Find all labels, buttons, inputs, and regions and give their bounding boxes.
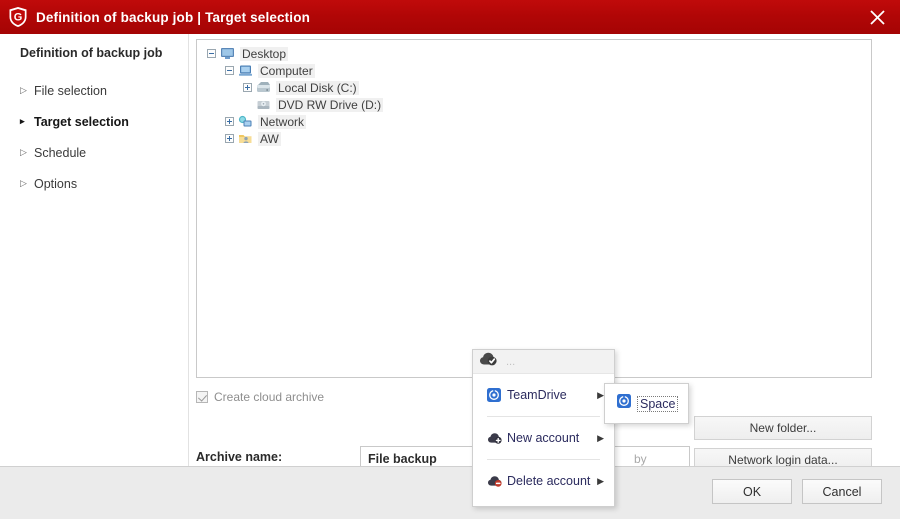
sidebar-item-schedule[interactable]: ▷ Schedule — [0, 142, 188, 163]
dvd-drive-icon — [255, 97, 272, 112]
expand-toggle-icon[interactable] — [225, 117, 234, 126]
svg-text:G: G — [14, 12, 23, 24]
cancel-button-label: Cancel — [822, 484, 862, 499]
chevron-right-icon: ▷ — [20, 85, 27, 95]
computer-icon — [237, 63, 254, 78]
cloud-add-icon — [487, 431, 507, 445]
sidebar-item-label: File selection — [34, 83, 107, 98]
tree-node-label: DVD RW Drive (D:) — [276, 97, 384, 112]
sidebar-heading: Definition of backup job — [20, 46, 163, 60]
context-menu-header: ... — [473, 350, 614, 374]
teamdrive-icon — [487, 388, 507, 402]
chevron-right-icon: ▷ — [20, 178, 27, 188]
tree-node-computer[interactable]: Computer — [205, 62, 871, 79]
submenu-arrow-icon: ▶ — [597, 475, 604, 486]
create-cloud-archive-checkbox[interactable]: Create cloud archive — [196, 390, 324, 404]
ok-button-label: OK — [742, 484, 762, 499]
network-icon — [237, 114, 254, 129]
archive-name-label: Archive name: — [196, 450, 283, 464]
checkbox-checked-icon — [196, 391, 208, 403]
sidebar-item-label: Schedule — [34, 145, 87, 160]
sidebar-item-options[interactable]: ▷ Options — [0, 173, 188, 194]
tree-node-label: AW — [258, 131, 281, 146]
gdata-shield-icon: G — [8, 6, 28, 28]
tree-node-local-disk-c[interactable]: Local Disk (C:) — [205, 79, 871, 96]
network-login-data-button-label: Network login data... — [728, 453, 838, 467]
archive-name-value: File backup — [368, 451, 437, 466]
cloud-context-menu: ... TeamDrive ▶ New account ▶ Delete acc… — [472, 349, 615, 507]
tree-node-dvd-drive-d[interactable]: DVD RW Drive (D:) — [205, 96, 871, 113]
sidebar-item-label: Target selection — [34, 114, 129, 129]
expand-toggle-icon[interactable] — [243, 83, 252, 92]
target-tree-panel[interactable]: Desktop Computer Local Disk (C:) DVD RW … — [196, 39, 872, 378]
new-folder-button-label: New folder... — [749, 421, 817, 435]
teamdrive-icon — [617, 394, 637, 413]
chevron-right-icon: ▷ — [20, 147, 27, 157]
menu-item-teamdrive[interactable]: TeamDrive ▶ — [473, 374, 614, 416]
sidebar-item-file-selection[interactable]: ▷ File selection — [0, 80, 188, 101]
sidebar-divider — [188, 34, 189, 466]
menu-item-delete-account[interactable]: Delete account ▶ — [473, 460, 614, 502]
expand-toggle-icon[interactable] — [225, 134, 234, 143]
close-icon[interactable] — [854, 0, 900, 34]
obscured-label-fragment: by — [634, 452, 647, 466]
backup-job-dialog: G Definition of backup job | Target sele… — [0, 0, 900, 519]
tree-node-desktop[interactable]: Desktop — [205, 45, 871, 62]
teamdrive-submenu: Space — [604, 383, 689, 424]
submenu-arrow-icon: ▶ — [597, 432, 604, 443]
monitor-icon — [219, 46, 236, 61]
collapse-toggle-icon[interactable] — [207, 49, 216, 58]
tree-node-label: Desktop — [240, 46, 289, 61]
sidebar-item-target-selection[interactable]: ▸ Target selection — [0, 111, 188, 132]
ok-button[interactable]: OK — [712, 479, 792, 504]
menu-item-new-account[interactable]: New account ▶ — [473, 417, 614, 459]
context-menu-header-text: ... — [506, 355, 516, 368]
tree-node-label: Computer — [258, 63, 315, 78]
chevron-right-icon: ▸ — [20, 116, 25, 126]
new-folder-button[interactable]: New folder... — [694, 416, 872, 440]
cloud-check-icon — [479, 351, 501, 372]
cloud-delete-icon — [487, 474, 507, 488]
harddisk-icon — [255, 80, 272, 95]
title-bar: G Definition of backup job | Target sele… — [0, 0, 900, 34]
sidebar: Definition of backup job ▷ File selectio… — [0, 34, 188, 466]
collapse-toggle-icon[interactable] — [225, 66, 234, 75]
dialog-body: Definition of backup job ▷ File selectio… — [0, 34, 900, 472]
create-cloud-archive-label: Create cloud archive — [214, 390, 325, 404]
tree-node-aw[interactable]: AW — [205, 130, 871, 147]
cancel-button[interactable]: Cancel — [802, 479, 882, 504]
submenu-item-space[interactable]: Space — [637, 395, 679, 412]
sidebar-item-label: Options — [34, 176, 78, 191]
submenu-arrow-icon: ▶ — [597, 389, 604, 400]
user-folder-icon — [237, 131, 254, 146]
tree-node-network[interactable]: Network — [205, 113, 871, 130]
folder-tree: Desktop Computer Local Disk (C:) DVD RW … — [197, 40, 871, 147]
window-title: Definition of backup job | Target select… — [36, 9, 310, 25]
tree-node-label: Local Disk (C:) — [276, 80, 359, 95]
tree-node-label: Network — [258, 114, 307, 129]
